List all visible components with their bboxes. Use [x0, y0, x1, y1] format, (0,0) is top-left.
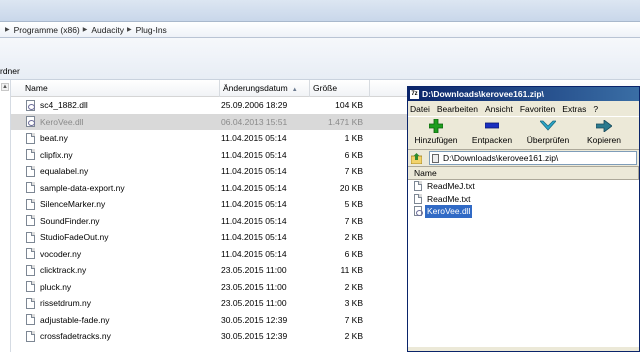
new-folder-label[interactable]: rdner [0, 66, 20, 76]
menu-item-ansicht[interactable]: Ansicht [485, 104, 513, 114]
menu-item-help[interactable]: ? [593, 104, 598, 114]
table-row[interactable]: adjustable-fade.ny 30.05.2015 12:39 7 KB [11, 312, 411, 329]
file-icon [26, 165, 35, 177]
file-list: sc4_1882.dll 25.09.2006 18:29 104 KB Ker… [11, 97, 411, 345]
folder-up-icon [411, 152, 422, 164]
table-row[interactable]: vocoder.ny 11.04.2015 05:14 6 KB [11, 246, 411, 263]
menu-item-bearbeiten[interactable]: Bearbeiten [437, 104, 478, 114]
menu-item-favoriten[interactable]: Favoriten [520, 104, 555, 114]
list-item[interactable]: ReadMeJ.txt [408, 180, 639, 193]
breadcrumb[interactable]: ▶ Programme (x86) ▶ Audacity ▶ Plug-Ins [0, 22, 640, 38]
table-row[interactable]: sample-data-export.ny 11.04.2015 05:14 2… [11, 180, 411, 197]
table-row[interactable]: sc4_1882.dll 25.09.2006 18:29 104 KB [11, 97, 411, 114]
breadcrumb-item-programme[interactable]: Programme (x86) [14, 25, 80, 35]
add-button[interactable]: Hinzufügen [408, 117, 464, 151]
check-icon [520, 117, 576, 135]
test-button[interactable]: Überprüfen [520, 117, 576, 151]
sort-indicator-icon: ▲ [291, 87, 298, 93]
drive-icon [432, 153, 439, 163]
file-icon [26, 149, 35, 161]
file-icon [26, 330, 35, 342]
zip-menu-bar: Datei Bearbeiten Ansicht Favoriten Extra… [408, 101, 639, 116]
file-icon [26, 281, 35, 293]
table-row[interactable]: KeroVee.dll 06.04.2013 15:51 1.471 KB [11, 113, 411, 130]
dll-file-icon [26, 99, 35, 111]
file-icon [26, 215, 35, 227]
file-icon [26, 231, 35, 243]
file-icon [26, 248, 35, 260]
column-header-size[interactable]: Größe [310, 80, 370, 97]
file-icon [26, 314, 35, 326]
chevron-right-icon: ▶ [127, 27, 132, 33]
column-header-name[interactable]: Name [408, 167, 639, 180]
navigation-pane[interactable]: ▲ [0, 80, 11, 352]
file-icon [26, 198, 35, 210]
table-row[interactable]: rissetdrum.ny 23.05.2015 11:00 3 KB [11, 295, 411, 312]
file-icon [26, 182, 35, 194]
list-item[interactable]: KeroVee.dll [408, 205, 639, 218]
table-row[interactable]: crossfadetracks.ny 30.05.2015 12:39 2 KB [11, 328, 411, 345]
dll-file-icon [414, 206, 423, 217]
explorer-toolbar: rdner [0, 38, 640, 80]
zip-toolbar: Hinzufügen Entpacken Überprüfen Kopieren [408, 116, 639, 150]
zip-archive-window[interactable]: 7z D:\Downloads\kerovee161.zip\ Datei Be… [407, 86, 640, 352]
arrow-right-icon [576, 117, 632, 135]
table-row[interactable]: SoundFinder.ny 11.04.2015 05:14 7 KB [11, 213, 411, 230]
table-row[interactable]: StudioFadeOut.ny 11.04.2015 05:14 2 KB [11, 229, 411, 246]
extract-button[interactable]: Entpacken [464, 117, 520, 151]
column-header-name[interactable]: Name [22, 80, 220, 97]
folder-up-button[interactable] [410, 152, 423, 165]
list-item[interactable]: ReadMe.txt [408, 193, 639, 206]
table-row[interactable]: equalabel.ny 11.04.2015 05:14 7 KB [11, 163, 411, 180]
dll-file-icon [26, 116, 35, 128]
minus-icon [464, 117, 520, 135]
table-row[interactable]: pluck.ny 23.05.2015 11:00 2 KB [11, 279, 411, 296]
zip-path-bar: D:\Downloads\kerovee161.zip\ [408, 150, 639, 167]
table-row[interactable]: beat.ny 11.04.2015 05:14 1 KB [11, 130, 411, 147]
text-file-icon [414, 193, 422, 204]
text-file-icon [414, 181, 422, 192]
table-row[interactable]: clicktrack.ny 23.05.2015 11:00 11 KB [11, 262, 411, 279]
scroll-up-icon[interactable]: ▲ [1, 83, 9, 91]
menu-item-datei[interactable]: Datei [410, 104, 430, 114]
file-icon [26, 297, 35, 309]
zip-title-bar[interactable]: 7z D:\Downloads\kerovee161.zip\ [408, 87, 639, 101]
zip-file-list: Name ReadMeJ.txt ReadMe.txt KeroVee.dll [408, 167, 639, 347]
plus-icon [408, 117, 464, 135]
table-row[interactable]: SilenceMarker.ny 11.04.2015 05:14 5 KB [11, 196, 411, 213]
chevron-right-icon: ▶ [5, 27, 10, 33]
table-row[interactable]: clipfix.ny 11.04.2015 05:14 6 KB [11, 147, 411, 164]
menu-item-extras[interactable]: Extras [562, 104, 586, 114]
explorer-title-area [0, 0, 640, 22]
path-input[interactable]: D:\Downloads\kerovee161.zip\ [429, 151, 637, 165]
breadcrumb-item-plugins[interactable]: Plug-Ins [136, 25, 167, 35]
chevron-right-icon: ▶ [82, 27, 88, 33]
sevenzip-app-icon: 7z [410, 89, 419, 99]
zip-window-title: D:\Downloads\kerovee161.zip\ [422, 89, 544, 99]
copy-button[interactable]: Kopieren [576, 117, 632, 151]
breadcrumb-item-audacity[interactable]: Audacity [91, 25, 124, 35]
file-icon [26, 264, 35, 276]
column-header-date[interactable]: Änderungsdatum ▲ [220, 80, 310, 97]
file-icon [26, 132, 35, 144]
